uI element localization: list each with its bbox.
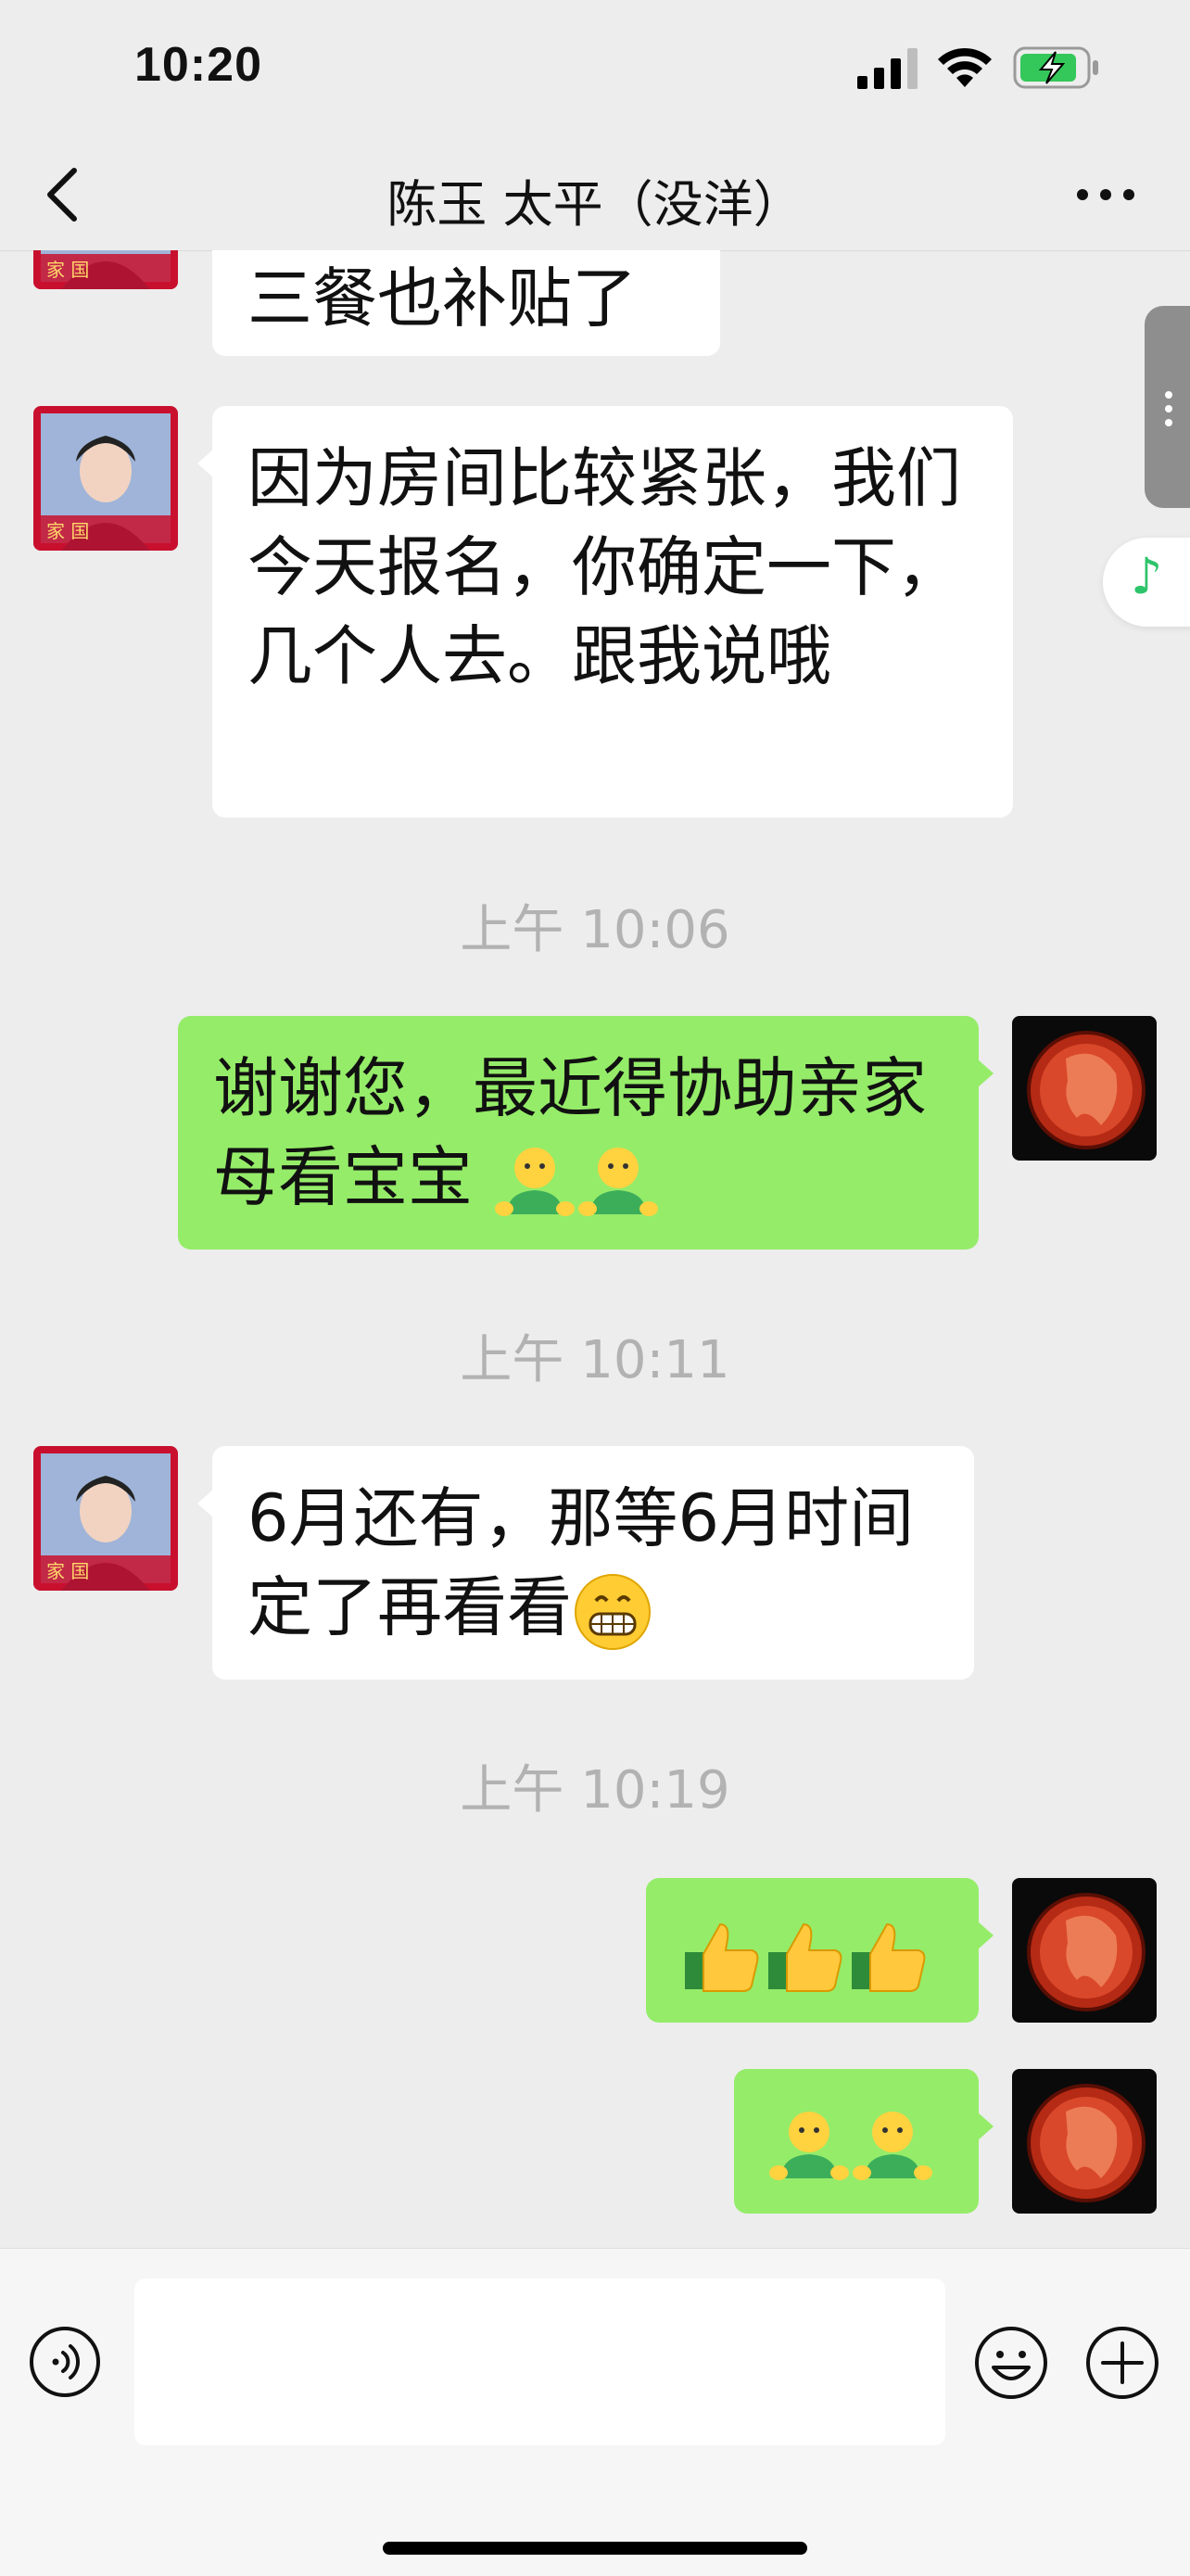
svg-text:家 国: 家 国 xyxy=(46,520,89,542)
grin-emoji-icon xyxy=(575,1573,651,1650)
contact-avatar[interactable]: 家 国 xyxy=(33,406,178,551)
message-bubble-outgoing[interactable]: 谢谢您，最近得协助亲家母看宝宝 xyxy=(178,1016,994,1250)
svg-text:家 国: 家 国 xyxy=(46,1560,89,1582)
chat-header: 陈玉 太平（没洋） xyxy=(0,139,1190,251)
green-figure-emoji-icon xyxy=(495,1147,576,1216)
wifi-icon xyxy=(938,47,992,87)
message-bubble-outgoing[interactable] xyxy=(734,2069,994,2214)
home-indicator[interactable] xyxy=(383,2542,807,2555)
more-dots-icon[interactable] xyxy=(1073,176,1138,213)
message-input[interactable] xyxy=(134,2278,945,2445)
input-bar xyxy=(0,2248,1190,2576)
message-text: 三餐也补贴了 xyxy=(247,260,637,336)
green-figure-emoji-icon xyxy=(578,1147,659,1216)
message-list[interactable]: 家 国 三餐也补贴了 家 国 因为房间比较紧张，我们今天报名，你确定一下，几个人… xyxy=(0,250,1190,2248)
voice-icon[interactable] xyxy=(28,2325,102,2399)
thumbs-up-emoji-icon xyxy=(768,1922,842,1992)
thumbs-up-emoji-icon xyxy=(852,1922,926,1992)
green-figure-emoji-icon xyxy=(769,2111,849,2180)
contact-avatar[interactable]: 家 国 xyxy=(33,1446,178,1591)
message-timestamp: 上午 10:11 xyxy=(460,1330,730,1390)
thumbs-up-emoji-icon xyxy=(685,1922,759,1992)
contact-avatar[interactable]: 家 国 xyxy=(33,250,178,289)
chat-title: 陈玉 太平（没洋） xyxy=(386,175,804,234)
battery-icon xyxy=(1013,46,1098,89)
message-timestamp: 上午 10:19 xyxy=(460,1760,730,1821)
smiley-icon[interactable] xyxy=(973,2325,1049,2401)
user-avatar[interactable] xyxy=(1012,2069,1157,2214)
message-text: 因为房间比较紧张，我们今天报名，你确定一下，几个人去。跟我说哦 xyxy=(247,440,961,694)
user-avatar[interactable] xyxy=(1012,1878,1157,2023)
message-bubble-incoming[interactable]: 6月还有，那等6月时间定了再看看 xyxy=(197,1446,974,1680)
message-bubble-incoming[interactable]: 三餐也补贴了 xyxy=(212,250,720,356)
svg-text:家 国: 家 国 xyxy=(46,259,89,281)
status-bar: 10:20 xyxy=(0,0,1190,139)
message-bubble-outgoing[interactable] xyxy=(646,1878,994,2023)
message-timestamp: 上午 10:06 xyxy=(460,900,730,960)
plus-icon[interactable] xyxy=(1084,2325,1160,2401)
user-avatar[interactable] xyxy=(1012,1016,1157,1161)
message-bubble-incoming[interactable]: 因为房间比较紧张，我们今天报名，你确定一下，几个人去。跟我说哦 xyxy=(197,406,1013,818)
music-note-icon[interactable]: ♪ xyxy=(1103,538,1190,627)
status-time: 10:20 xyxy=(134,38,262,92)
green-figure-emoji-icon xyxy=(853,2111,932,2180)
drag-handle-icon[interactable] xyxy=(1145,306,1190,508)
cellular-signal-icon xyxy=(857,48,918,89)
